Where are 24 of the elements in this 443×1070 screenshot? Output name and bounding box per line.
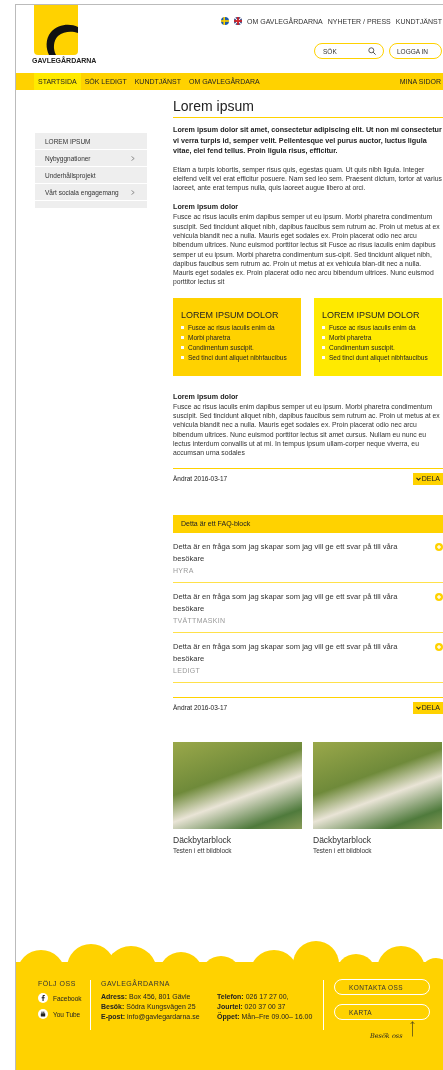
box-title: LOREM IPSUM DOLOR — [322, 309, 421, 320]
search-icon[interactable] — [368, 47, 376, 55]
bullet-icon — [322, 356, 325, 360]
facebook-icon[interactable] — [38, 993, 48, 1003]
british-flag-icon[interactable] — [234, 17, 242, 25]
video-icon[interactable] — [38, 1009, 48, 1019]
chevron-down-icon — [415, 705, 421, 710]
arrow-icon — [410, 1021, 415, 1037]
box-title: LOREM IPSUM DOLOR — [181, 309, 280, 320]
chevron-right-icon — [131, 155, 135, 161]
bullet-icon — [322, 326, 325, 330]
logo-icon[interactable] — [34, 5, 78, 55]
bullet-icon — [181, 326, 184, 330]
bullet-icon — [181, 336, 184, 340]
page-title: Lorem ipsum — [173, 98, 443, 118]
swedish-flag-icon[interactable] — [221, 17, 229, 25]
chevron-down-icon — [415, 476, 421, 481]
bullet-icon — [181, 346, 184, 350]
bullet-icon — [322, 346, 325, 350]
bullet-icon — [322, 336, 325, 340]
card-title: Däckbytarblock — [313, 834, 373, 845]
bullet-icon — [181, 356, 184, 360]
card-title: Däckbytarblock — [173, 834, 233, 845]
chevron-right-icon — [131, 189, 135, 195]
